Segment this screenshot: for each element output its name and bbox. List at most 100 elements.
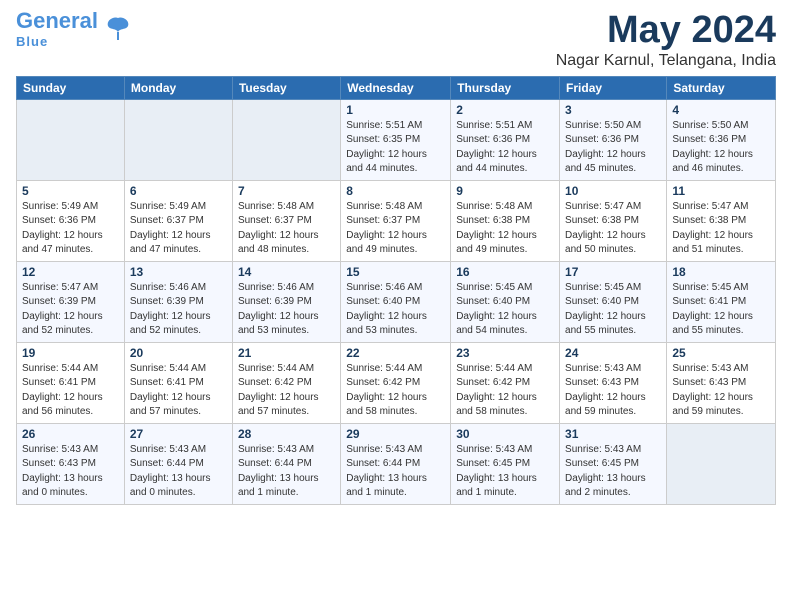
day-info: Sunrise: 5:49 AMSunset: 6:36 PMDaylight:… [22, 200, 119, 258]
calendar-cell: 27 Sunrise: 5:43 AMSunset: 6:44 PMDayligh… [124, 423, 232, 504]
title-block: May 2024 Nagar Karnul, Telangana, India [556, 10, 776, 70]
logo: General Blue [16, 10, 132, 51]
day-info: Sunrise: 5:47 AMSunset: 6:38 PMDaylight:… [565, 200, 661, 258]
calendar-cell: 31 Sunrise: 5:43 AMSunset: 6:45 PMDayligh… [560, 423, 667, 504]
day-number: 21 [238, 346, 335, 360]
day-info: Sunrise: 5:43 AMSunset: 6:43 PMDaylight:… [22, 443, 119, 501]
calendar-cell [667, 423, 776, 504]
day-number: 2 [456, 103, 554, 117]
col-tuesday: Tuesday [232, 76, 340, 99]
day-number: 17 [565, 265, 661, 279]
day-info: Sunrise: 5:44 AMSunset: 6:42 PMDaylight:… [346, 362, 445, 420]
day-number: 22 [346, 346, 445, 360]
day-info: Sunrise: 5:43 AMSunset: 6:43 PMDaylight:… [672, 362, 770, 420]
day-number: 16 [456, 265, 554, 279]
day-number: 26 [22, 427, 119, 441]
day-number: 9 [456, 184, 554, 198]
col-wednesday: Wednesday [341, 76, 451, 99]
page: General Blue May 2024 Nagar Karnul, Tela… [0, 0, 792, 515]
logo-bird-icon [104, 14, 132, 42]
day-info: Sunrise: 5:43 AMSunset: 6:45 PMDaylight:… [456, 443, 554, 501]
calendar-cell: 16 Sunrise: 5:45 AMSunset: 6:40 PMDayligh… [451, 261, 560, 342]
day-number: 3 [565, 103, 661, 117]
day-info: Sunrise: 5:49 AMSunset: 6:37 PMDaylight:… [130, 200, 227, 258]
col-friday: Friday [560, 76, 667, 99]
day-info: Sunrise: 5:44 AMSunset: 6:41 PMDaylight:… [22, 362, 119, 420]
day-info: Sunrise: 5:46 AMSunset: 6:40 PMDaylight:… [346, 281, 445, 339]
day-number: 1 [346, 103, 445, 117]
day-number: 27 [130, 427, 227, 441]
subtitle: Nagar Karnul, Telangana, India [556, 52, 776, 70]
calendar-cell: 1 Sunrise: 5:51 AMSunset: 6:35 PMDaylight… [341, 99, 451, 180]
day-number: 15 [346, 265, 445, 279]
calendar-cell: 3 Sunrise: 5:50 AMSunset: 6:36 PMDaylight… [560, 99, 667, 180]
calendar-cell: 12Sunrise: 5:47 AMSunset: 6:39 PMDayligh… [17, 261, 125, 342]
calendar-cell: 9 Sunrise: 5:48 AMSunset: 6:38 PMDaylight… [451, 180, 560, 261]
day-number: 13 [130, 265, 227, 279]
calendar-cell: 24 Sunrise: 5:43 AMSunset: 6:43 PMDayligh… [560, 342, 667, 423]
calendar-cell: 25 Sunrise: 5:43 AMSunset: 6:43 PMDayligh… [667, 342, 776, 423]
day-info: Sunrise: 5:43 AMSunset: 6:43 PMDaylight:… [565, 362, 661, 420]
day-info: Sunrise: 5:48 AMSunset: 6:38 PMDaylight:… [456, 200, 554, 258]
calendar-cell [232, 99, 340, 180]
day-info: Sunrise: 5:43 AMSunset: 6:44 PMDaylight:… [130, 443, 227, 501]
day-info: Sunrise: 5:47 AMSunset: 6:38 PMDaylight:… [672, 200, 770, 258]
day-info: Sunrise: 5:51 AMSunset: 6:36 PMDaylight:… [456, 119, 554, 177]
day-number: 30 [456, 427, 554, 441]
col-sunday: Sunday [17, 76, 125, 99]
day-info: Sunrise: 5:50 AMSunset: 6:36 PMDaylight:… [565, 119, 661, 177]
calendar-cell: 19 Sunrise: 5:44 AMSunset: 6:41 PMDayligh… [17, 342, 125, 423]
day-number: 28 [238, 427, 335, 441]
calendar-cell [17, 99, 125, 180]
day-number: 5 [22, 184, 119, 198]
calendar-cell: 17 Sunrise: 5:45 AMSunset: 6:40 PMDayligh… [560, 261, 667, 342]
calendar-header-row: Sunday Monday Tuesday Wednesday Thursday… [17, 76, 776, 99]
day-info: Sunrise: 5:48 AMSunset: 6:37 PMDaylight:… [238, 200, 335, 258]
calendar-cell: 20 Sunrise: 5:44 AMSunset: 6:41 PMDayligh… [124, 342, 232, 423]
logo-text: General [16, 8, 98, 33]
calendar-cell: 29 Sunrise: 5:43 AMSunset: 6:44 PMDayligh… [341, 423, 451, 504]
calendar-cell: 15 Sunrise: 5:46 AMSunset: 6:40 PMDayligh… [341, 261, 451, 342]
day-number: 20 [130, 346, 227, 360]
main-title: May 2024 [556, 10, 776, 52]
day-number: 24 [565, 346, 661, 360]
day-info: Sunrise: 5:45 AMSunset: 6:41 PMDaylight:… [672, 281, 770, 339]
day-info: Sunrise: 5:44 AMSunset: 6:41 PMDaylight:… [130, 362, 227, 420]
calendar-cell: 14Sunrise: 5:46 AMSunset: 6:39 PMDayligh… [232, 261, 340, 342]
day-info: Sunrise: 5:43 AMSunset: 6:44 PMDaylight:… [346, 443, 445, 501]
calendar-cell: 21 Sunrise: 5:44 AMSunset: 6:42 PMDayligh… [232, 342, 340, 423]
day-number: 31 [565, 427, 661, 441]
day-info: Sunrise: 5:48 AMSunset: 6:37 PMDaylight:… [346, 200, 445, 258]
calendar-week-5: 26 Sunrise: 5:43 AMSunset: 6:43 PMDayligh… [17, 423, 776, 504]
calendar-table: Sunday Monday Tuesday Wednesday Thursday… [16, 76, 776, 505]
calendar-cell: 5 Sunrise: 5:49 AMSunset: 6:36 PMDaylight… [17, 180, 125, 261]
day-number: 18 [672, 265, 770, 279]
logo-sub: Blue [16, 34, 48, 49]
day-info: Sunrise: 5:44 AMSunset: 6:42 PMDaylight:… [238, 362, 335, 420]
calendar-cell: 22 Sunrise: 5:44 AMSunset: 6:42 PMDayligh… [341, 342, 451, 423]
calendar-cell: 18 Sunrise: 5:45 AMSunset: 6:41 PMDayligh… [667, 261, 776, 342]
day-info: Sunrise: 5:44 AMSunset: 6:42 PMDaylight:… [456, 362, 554, 420]
day-number: 25 [672, 346, 770, 360]
day-number: 19 [22, 346, 119, 360]
col-saturday: Saturday [667, 76, 776, 99]
calendar-cell: 10 Sunrise: 5:47 AMSunset: 6:38 PMDayligh… [560, 180, 667, 261]
header: General Blue May 2024 Nagar Karnul, Tela… [16, 10, 776, 70]
day-info: Sunrise: 5:45 AMSunset: 6:40 PMDaylight:… [565, 281, 661, 339]
calendar-week-4: 19 Sunrise: 5:44 AMSunset: 6:41 PMDayligh… [17, 342, 776, 423]
day-info: Sunrise: 5:45 AMSunset: 6:40 PMDaylight:… [456, 281, 554, 339]
calendar-cell: 4 Sunrise: 5:50 AMSunset: 6:36 PMDaylight… [667, 99, 776, 180]
day-number: 29 [346, 427, 445, 441]
day-info: Sunrise: 5:43 AMSunset: 6:44 PMDaylight:… [238, 443, 335, 501]
calendar-week-2: 5 Sunrise: 5:49 AMSunset: 6:36 PMDaylight… [17, 180, 776, 261]
calendar-cell [124, 99, 232, 180]
day-number: 11 [672, 184, 770, 198]
calendar-cell: 30 Sunrise: 5:43 AMSunset: 6:45 PMDayligh… [451, 423, 560, 504]
day-info: Sunrise: 5:43 AMSunset: 6:45 PMDaylight:… [565, 443, 661, 501]
day-info: Sunrise: 5:51 AMSunset: 6:35 PMDaylight:… [346, 119, 445, 177]
day-info: Sunrise: 5:50 AMSunset: 6:36 PMDaylight:… [672, 119, 770, 177]
day-number: 10 [565, 184, 661, 198]
calendar-cell: 8Sunrise: 5:48 AMSunset: 6:37 PMDaylight… [341, 180, 451, 261]
day-number: 4 [672, 103, 770, 117]
day-info: Sunrise: 5:46 AMSunset: 6:39 PMDaylight:… [238, 281, 335, 339]
